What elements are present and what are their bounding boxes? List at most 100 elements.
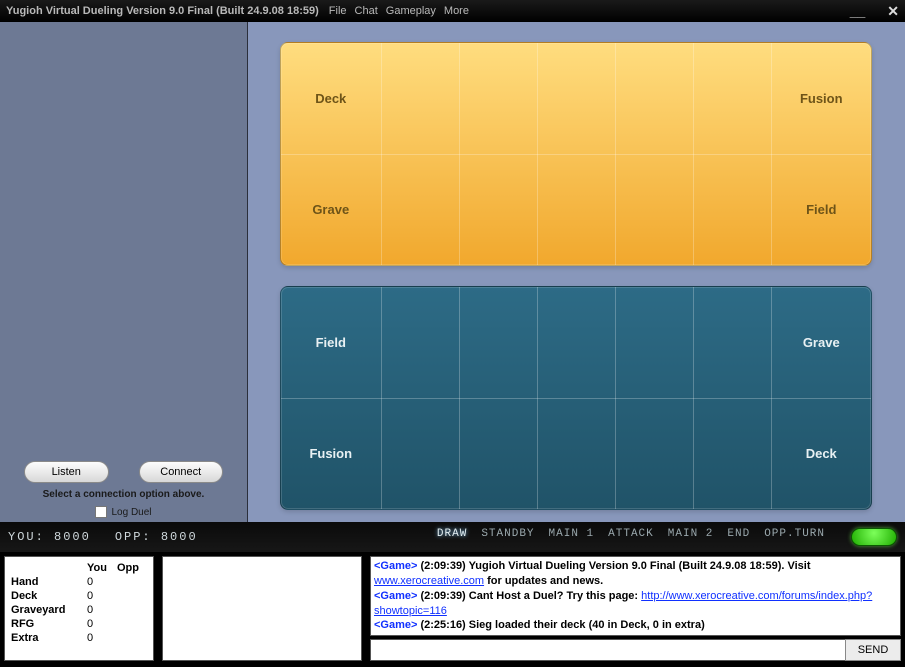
row-label: Graveyard [11,604,65,616]
stats-col-blank [11,561,87,575]
row-opp [117,603,147,617]
menu-file[interactable]: File [329,5,347,17]
you-deck-zone[interactable]: Deck [771,398,871,509]
you-st-5[interactable] [693,287,771,398]
chat-text: for updates and news. [484,575,603,587]
menu-gameplay[interactable]: Gameplay [386,5,436,17]
row-opp [117,589,147,603]
chat-text: (2:09:39) Cant Host a Duel? Try this pag… [417,590,641,602]
chat-line: <Game> (2:09:39) Yugioh Virtual Dueling … [374,559,897,589]
connection-controls: Listen Connect Select a connection optio… [0,455,247,522]
opp-st-1[interactable] [381,154,459,265]
chat-log: <Game> (2:09:39) Yugioh Virtual Dueling … [370,556,901,636]
app-menu: File Chat Gameplay More [325,5,473,17]
connect-button[interactable]: Connect [139,461,224,483]
you-st-1[interactable] [381,287,459,398]
table-row: Deck 0 [11,589,147,603]
opp-st-2[interactable] [459,154,537,265]
row-opp [117,631,147,645]
row-label: Deck [11,590,37,602]
chat-text: (2:09:39) Yugioh Virtual Dueling Version… [417,560,810,572]
board-area: Deck Fusion Grave Field [248,22,905,522]
chat-panel: <Game> (2:09:39) Yugioh Virtual Dueling … [370,556,901,661]
log-duel-option[interactable]: Log Duel [10,506,237,518]
opp-lp-label: OPP: [115,530,152,544]
you-st-4[interactable] [615,287,693,398]
row-opp [117,617,147,631]
card-preview [0,22,247,455]
chat-input[interactable] [370,639,846,661]
opp-st-4[interactable] [615,154,693,265]
opp-monster-3[interactable] [537,43,615,154]
row-you: 0 [87,631,117,645]
player-field: Field Grave Fusion Deck [280,286,872,510]
chat-text: (2:25:16) Sieg loaded their deck (40 in … [417,619,704,631]
phase-main2[interactable]: MAIN 2 [668,528,714,546]
opp-monster-2[interactable] [459,43,537,154]
stats-col-you: You [87,561,117,575]
you-monster-4[interactable] [615,398,693,509]
chat-source: <Game> [374,619,417,631]
bottom-panels: You Opp Hand0 Deck0 Graveyard0 RFG0 Extr… [0,552,905,665]
phase-draw[interactable]: DRAW [437,528,467,546]
phase-main1[interactable]: MAIN 1 [549,528,595,546]
app-title: Yugioh Virtual Dueling Version 9.0 Final… [6,5,319,17]
menu-more[interactable]: More [444,5,469,17]
next-phase-button[interactable] [851,528,897,546]
close-icon[interactable]: ✕ [887,3,899,20]
phase-standby[interactable]: STANDBY [481,528,534,546]
log-duel-checkbox[interactable] [95,506,107,518]
phase-oppturn[interactable]: OPP.TURN [764,528,825,546]
you-lp-value: 8000 [54,530,91,544]
table-row: Graveyard0 [11,603,147,617]
table-row: RFG0 [11,617,147,631]
opp-st-5[interactable] [693,154,771,265]
phase-end[interactable]: END [727,528,750,546]
status-bar: YOU: 8000 OPP: 8000 DRAW STANDBY MAIN 1 … [0,522,905,552]
stats-col-opp: Opp [117,561,147,575]
you-monster-2[interactable] [459,398,537,509]
you-monster-3[interactable] [537,398,615,509]
chat-source: <Game> [374,590,417,602]
you-monster-1[interactable] [381,398,459,509]
you-grave-zone[interactable]: Grave [771,287,871,398]
titlebar: Yugioh Virtual Dueling Version 9.0 Final… [0,0,905,22]
opp-field-zone[interactable]: Field [771,154,871,265]
row-you: 0 [87,589,117,603]
minimize-icon[interactable]: __ [850,3,866,20]
table-row: Hand 0 [11,575,147,589]
chat-input-row: SEND [370,639,901,661]
send-button[interactable]: SEND [845,639,901,661]
window-buttons: __ ✕ [850,3,899,20]
you-monster-5[interactable] [693,398,771,509]
you-field-zone[interactable]: Field [281,287,381,398]
opp-grave-zone[interactable]: Grave [281,154,381,265]
row-label: Extra [11,632,39,644]
listen-button[interactable]: Listen [24,461,109,483]
you-lp-label: YOU: [8,530,45,544]
table-row: Extra 0 [11,631,147,645]
opp-lp: OPP: 8000 [115,530,198,544]
you-st-2[interactable] [459,287,537,398]
chat-line: <Game> (2:09:39) Cant Host a Duel? Try t… [374,589,897,619]
opp-monster-4[interactable] [615,43,693,154]
opp-monster-1[interactable] [381,43,459,154]
row-label: Hand [11,576,39,588]
opp-st-3[interactable] [537,154,615,265]
you-lp: YOU: 8000 [8,530,91,544]
you-st-3[interactable] [537,287,615,398]
chat-link[interactable]: www.xerocreative.com [374,575,484,587]
opp-deck-zone[interactable]: Deck [281,43,381,154]
you-fusion-zone[interactable]: Fusion [281,398,381,509]
phase-attack[interactable]: ATTACK [608,528,654,546]
hand-panel [162,556,362,661]
row-you: 0 [87,575,117,589]
opp-fusion-zone[interactable]: Fusion [771,43,871,154]
stats-panel: You Opp Hand0 Deck0 Graveyard0 RFG0 Extr… [4,556,154,661]
log-duel-label: Log Duel [111,507,151,518]
main-area: Listen Connect Select a connection optio… [0,22,905,522]
opp-monster-5[interactable] [693,43,771,154]
opponent-field: Deck Fusion Grave Field [280,42,872,266]
left-pane: Listen Connect Select a connection optio… [0,22,248,522]
menu-chat[interactable]: Chat [355,5,378,17]
